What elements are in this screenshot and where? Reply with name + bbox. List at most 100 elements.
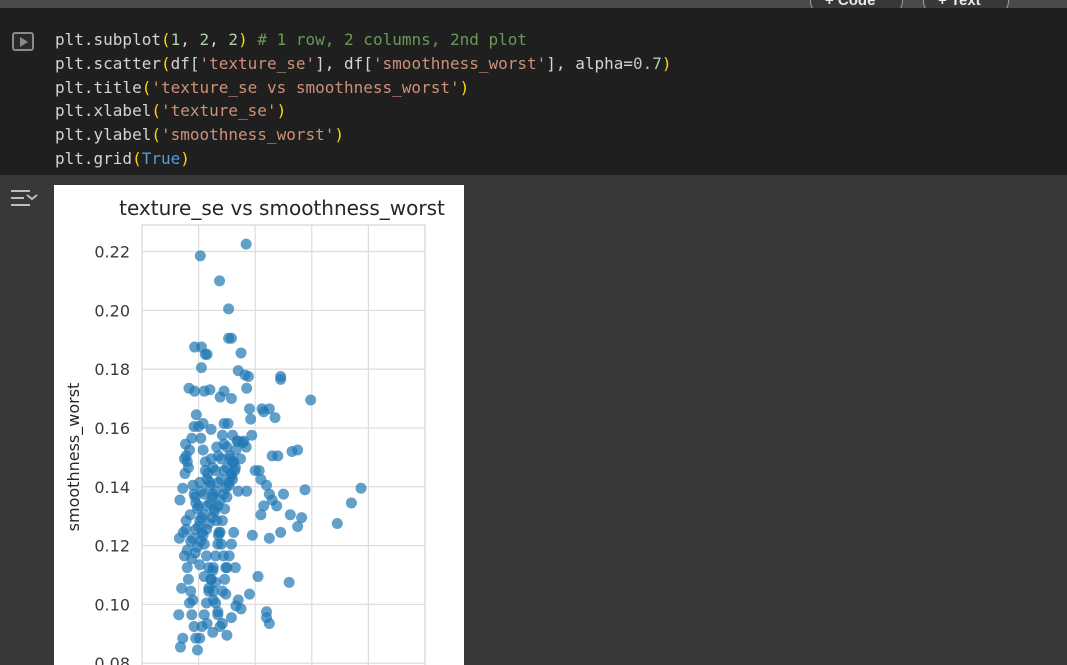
scatter-point [225, 538, 237, 550]
output-toggle-icon[interactable] [10, 187, 38, 211]
play-icon [20, 37, 28, 47]
scatter-point [198, 609, 210, 621]
scatter-point [210, 465, 222, 477]
run-cell-button[interactable] [12, 32, 34, 51]
scatter-point [225, 393, 237, 405]
scatter-point [355, 482, 367, 494]
scatter-point [275, 373, 287, 385]
scatter-point [201, 348, 213, 360]
scatter-point [193, 420, 205, 432]
scatter-point [246, 429, 258, 441]
scatter-point [215, 453, 227, 465]
scatter-point [190, 409, 202, 421]
scatter-point [173, 609, 185, 621]
scatter-point [221, 441, 233, 453]
y-axis-label: smoothness_worst [64, 383, 84, 532]
scatter-point [185, 585, 197, 597]
scatter-point [189, 385, 201, 397]
scatter-point [191, 644, 203, 656]
code-line: plt.scatter(df['texture_se'], df['smooth… [55, 53, 672, 73]
scatter-point [345, 497, 357, 509]
scatter-point [184, 597, 196, 609]
y-tick-label: 0.22 [94, 242, 130, 261]
scatter-points [173, 238, 367, 656]
scatter-point [244, 403, 256, 415]
y-tick-label: 0.08 [94, 654, 130, 665]
scatter-point [235, 347, 247, 359]
scatter-point [221, 629, 233, 641]
scatter-point [182, 573, 194, 585]
code-line: plt.subplot(1, 2, 2) # 1 row, 2 columns,… [55, 30, 528, 49]
scatter-point [189, 547, 201, 559]
scatter-point [206, 512, 218, 524]
scatter-point [212, 500, 224, 512]
scatter-point [255, 509, 267, 521]
scatter-point [223, 476, 235, 488]
scatter-point [205, 453, 217, 465]
scatter-point [180, 523, 192, 535]
scatter-plot: 0.08 0.10 0.12 0.14 0.16 0.18 0.20 0.22 texture… [54, 185, 464, 665]
scatter-point [240, 441, 252, 453]
scatter-point [263, 618, 275, 630]
scatter-point [244, 588, 256, 600]
scatter-point [179, 468, 191, 480]
chart-title: texture_se vs smoothness_worst [119, 196, 445, 220]
top-strip [0, 0, 1067, 8]
scatter-point [225, 612, 237, 624]
y-ticks: 0.08 0.10 0.12 0.14 0.16 0.18 0.20 0.22 [94, 242, 130, 665]
scatter-point [201, 550, 213, 562]
scatter-point [271, 500, 283, 512]
code-line: plt.title('texture_se vs smoothness_wors… [55, 77, 470, 97]
scatter-point [232, 485, 244, 497]
scatter-point [177, 632, 189, 644]
scatter-point [283, 576, 295, 588]
scatter-point [223, 303, 235, 315]
y-tick-label: 0.14 [94, 478, 130, 497]
scatter-point [204, 384, 216, 396]
scatter-point [292, 520, 304, 532]
scatter-point [239, 369, 251, 381]
scatter-point [227, 429, 239, 441]
scatter-point [216, 585, 228, 597]
scatter-point [218, 488, 230, 500]
scatter-point [186, 609, 198, 621]
scatter-point [234, 453, 246, 465]
scatter-point [218, 550, 230, 562]
scatter-point [198, 570, 210, 582]
scatter-point [193, 500, 205, 512]
scatter-point [214, 391, 226, 403]
scatter-point [331, 518, 343, 530]
scatter-point [229, 465, 241, 477]
scatter-point [184, 444, 196, 456]
y-tick-label: 0.12 [94, 537, 130, 556]
scatter-point [184, 509, 196, 521]
scatter-point [174, 494, 186, 506]
scatter-point [258, 406, 270, 418]
y-tick-label: 0.18 [94, 360, 130, 379]
y-tick-label: 0.10 [94, 595, 130, 614]
scatter-point [194, 250, 206, 262]
scatter-point [214, 275, 226, 287]
scatter-point [278, 488, 289, 500]
scatter-point [269, 412, 281, 424]
scatter-point [228, 526, 240, 538]
code-line: plt.ylabel('smoothness_worst') [55, 125, 344, 145]
code-editor[interactable]: plt.subplot(1, 2, 2) # 1 row, 2 columns,… [55, 28, 672, 171]
scatter-point [205, 423, 217, 435]
scatter-point [199, 465, 211, 477]
scatter-point [286, 445, 298, 457]
scatter-point [198, 488, 210, 500]
code-cell[interactable]: plt.subplot(1, 2, 2) # 1 row, 2 columns,… [0, 8, 1067, 175]
y-tick-label: 0.20 [94, 301, 130, 320]
scatter-point [185, 535, 197, 547]
scatter-point [219, 573, 231, 585]
scatter-point [275, 526, 287, 538]
scatter-point [177, 482, 189, 494]
scatter-point [181, 456, 193, 468]
code-line: plt.xlabel('texture_se') [55, 101, 287, 121]
scatter-point [188, 488, 200, 500]
y-tick-label: 0.16 [94, 419, 130, 438]
scatter-point [212, 606, 224, 618]
scatter-point [195, 535, 207, 547]
scatter-point [246, 529, 258, 541]
